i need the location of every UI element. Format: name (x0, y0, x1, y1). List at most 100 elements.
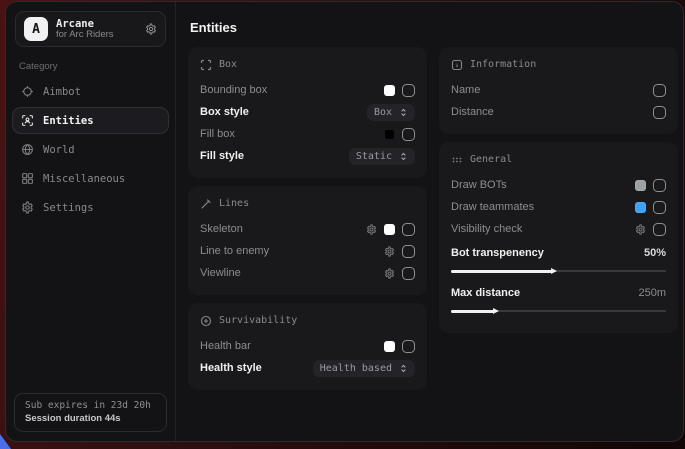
setting-label: Viewline (200, 267, 241, 279)
sidebar-item-label: Settings (43, 202, 94, 214)
general-card: General Draw BOTs Draw teammates (439, 142, 678, 333)
setting-row-skeleton: Skeleton (200, 218, 415, 240)
left-column: Box Bounding box Box style Box (188, 47, 427, 390)
sidebar-item-aimbot[interactable]: Aimbot (12, 78, 169, 105)
crosshair-icon (21, 85, 34, 98)
max-distance-slider-group: Max distance 250m (451, 282, 666, 316)
sidebar-item-miscellaneous[interactable]: Miscellaneous (12, 165, 169, 192)
setting-label: Fill box (200, 128, 235, 140)
sync-gear-icon[interactable] (145, 23, 157, 35)
setting-label: Name (451, 84, 480, 96)
globe-icon (21, 143, 34, 156)
setting-label: Bounding box (200, 84, 267, 96)
dropdown-value: Health based (320, 363, 392, 374)
setting-row-visibility-check: Visibility check (451, 218, 666, 240)
mouse-cursor (0, 434, 11, 449)
setting-label: Visibility check (451, 223, 522, 235)
setting-row-draw-teammates: Draw teammates (451, 196, 666, 218)
setting-label: Health style (200, 362, 262, 374)
health-bar-checkbox[interactable] (402, 340, 415, 353)
card-title: Survivability (219, 315, 297, 326)
subscription-info-card: Sub expires in 23d 20h Session duration … (14, 393, 167, 432)
color-swatch[interactable] (384, 85, 395, 96)
survivability-card: Survivability Health bar Health style He… (188, 303, 427, 390)
entities-scan-icon (21, 114, 34, 127)
sidebar-nav: Aimbot Entities World Miscellaneous (6, 78, 175, 221)
distance-checkbox[interactable] (653, 106, 666, 119)
box-card: Box Bounding box Box style Box (188, 47, 427, 178)
setting-row-line-to-enemy: Line to enemy (200, 240, 415, 262)
slider-fill (451, 270, 552, 273)
draw-bots-checkbox[interactable] (653, 179, 666, 192)
card-title: Lines (219, 198, 249, 209)
card-title: Information (470, 59, 536, 70)
setting-row-distance: Distance (451, 101, 666, 123)
chevrons-up-down-icon (399, 152, 408, 161)
setting-row-fill-box: Fill box (200, 123, 415, 145)
visibility-settings-gear-icon[interactable] (635, 224, 646, 235)
setting-label: Bot transpenency (451, 247, 544, 259)
name-checkbox[interactable] (653, 84, 666, 97)
setting-row-viewline: Viewline (200, 262, 415, 284)
setting-label: Box style (200, 106, 249, 118)
bot-transparency-slider[interactable] (451, 267, 666, 276)
dropdown-value: Static (356, 151, 392, 162)
skeleton-checkbox[interactable] (402, 223, 415, 236)
setting-label: Fill style (200, 150, 244, 162)
gear-icon (21, 201, 34, 214)
setting-row-name: Name (451, 79, 666, 101)
viewline-checkbox[interactable] (402, 267, 415, 280)
setting-label: Skeleton (200, 223, 243, 235)
sidebar-item-label: Entities (43, 115, 94, 127)
color-swatch[interactable] (384, 341, 395, 352)
main-panel: Entities Box Bounding box (176, 2, 684, 441)
lines-card: Lines Skeleton Line to enemy (188, 186, 427, 295)
slider-value: 250m (638, 287, 666, 299)
layout-grid-icon (21, 172, 34, 185)
line-to-enemy-settings-gear-icon[interactable] (384, 246, 395, 257)
sub-expiry-text: Sub expires in 23d 20h (25, 400, 156, 411)
pencil-line-icon (200, 198, 212, 210)
slider-thumb[interactable] (493, 308, 499, 314)
skeleton-settings-gear-icon[interactable] (366, 224, 377, 235)
right-column: Information Name Distance (439, 47, 678, 390)
color-swatch[interactable] (384, 224, 395, 235)
card-title: Box (219, 59, 237, 70)
fill-style-dropdown[interactable]: Static (349, 148, 415, 165)
sidebar-item-entities[interactable]: Entities (12, 107, 169, 134)
color-swatch[interactable] (635, 202, 646, 213)
sidebar-item-settings[interactable]: Settings (12, 194, 169, 221)
arcane-logo: A (24, 17, 48, 41)
line-to-enemy-checkbox[interactable] (402, 245, 415, 258)
dropdown-value: Box (374, 107, 392, 118)
chevrons-up-down-icon (399, 108, 408, 117)
brand-name: Arcane (56, 18, 137, 30)
dots-grid-icon (451, 154, 463, 166)
session-duration-text: Session duration 44s (25, 413, 156, 424)
setting-row-draw-bots: Draw BOTs (451, 174, 666, 196)
slider-value: 50% (644, 247, 666, 259)
card-title: General (470, 154, 512, 165)
setting-label: Draw teammates (451, 201, 534, 213)
brand-card: A Arcane for Arc Riders (15, 11, 166, 47)
viewline-settings-gear-icon[interactable] (384, 268, 395, 279)
sidebar-item-label: World (43, 144, 75, 156)
max-distance-slider[interactable] (451, 307, 666, 316)
sidebar-item-label: Aimbot (43, 86, 81, 98)
color-swatch[interactable] (635, 180, 646, 191)
health-style-dropdown[interactable]: Health based (313, 360, 415, 377)
box-style-dropdown[interactable]: Box (367, 104, 415, 121)
sidebar-item-world[interactable]: World (12, 136, 169, 163)
visibility-check-checkbox[interactable] (653, 223, 666, 236)
draw-teammates-checkbox[interactable] (653, 201, 666, 214)
setting-label: Max distance (451, 287, 520, 299)
sidebar: A Arcane for Arc Riders Category Aimbot (6, 2, 176, 441)
bounding-box-checkbox[interactable] (402, 84, 415, 97)
page-title: Entities (190, 20, 678, 35)
setting-row-health-style: Health style Health based (200, 357, 415, 379)
color-swatch[interactable] (384, 129, 395, 140)
brand-subtitle: for Arc Riders (56, 30, 137, 41)
slider-thumb[interactable] (551, 268, 557, 274)
setting-row-box-style: Box style Box (200, 101, 415, 123)
fill-box-checkbox[interactable] (402, 128, 415, 141)
